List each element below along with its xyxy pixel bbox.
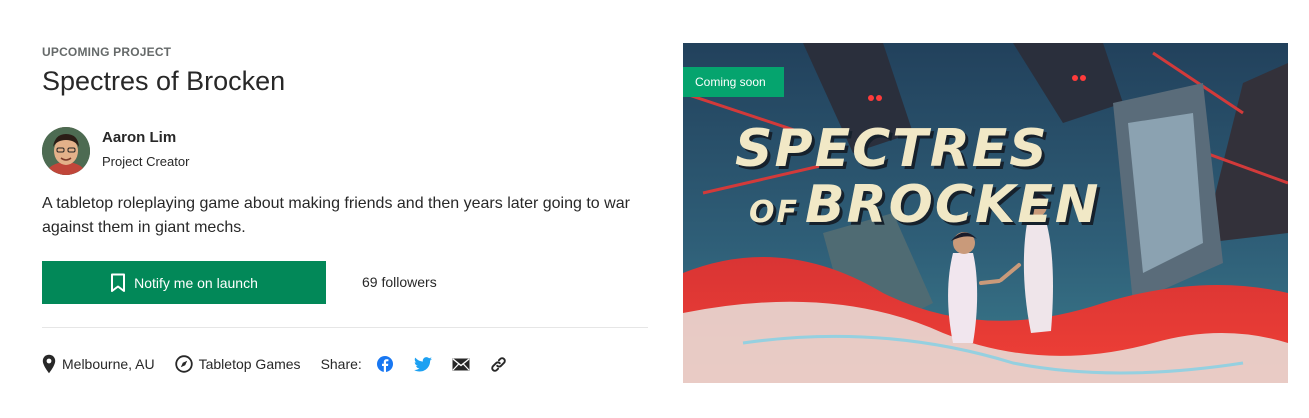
hero-title-line-2: OF BROCKEN bbox=[749, 179, 1100, 231]
email-icon[interactable] bbox=[450, 353, 472, 375]
project-hero-image[interactable]: Coming soon SPECTRES OF BROCKEN bbox=[683, 43, 1288, 383]
category-link[interactable]: Tabletop Games bbox=[174, 355, 301, 373]
avatar-portrait-icon bbox=[42, 127, 90, 175]
coming-soon-badge: Coming soon bbox=[683, 67, 784, 97]
link-icon[interactable] bbox=[488, 353, 510, 375]
category-label: Tabletop Games bbox=[198, 356, 301, 372]
notify-me-button[interactable]: Notify me on launch bbox=[42, 261, 326, 304]
project-title: Spectres of Brocken bbox=[42, 66, 286, 96]
divider bbox=[42, 327, 648, 328]
project-blurb: A tabletop roleplaying game about making… bbox=[42, 195, 630, 236]
location-pin-icon bbox=[42, 354, 56, 374]
share-label: Share: bbox=[320, 356, 362, 372]
twitter-icon[interactable] bbox=[412, 353, 434, 375]
hero-logo-text: SPECTRES OF BROCKEN bbox=[735, 123, 1100, 231]
follower-count: 69 followers bbox=[362, 274, 437, 290]
notify-button-label: Notify me on launch bbox=[134, 274, 258, 291]
creator-role: Project Creator bbox=[102, 154, 190, 169]
location-label: Melbourne, AU bbox=[62, 356, 155, 372]
location-link[interactable]: Melbourne, AU bbox=[42, 354, 155, 374]
facebook-icon[interactable] bbox=[374, 353, 396, 375]
compass-icon bbox=[174, 355, 193, 373]
hero-title-word: BROCKEN bbox=[805, 175, 1101, 235]
project-meta: Melbourne, AU Tabletop Games Share: bbox=[42, 352, 526, 376]
hero-title-of: OF bbox=[749, 195, 799, 230]
creator-avatar[interactable] bbox=[42, 127, 90, 175]
hero-title-line-1: SPECTRES bbox=[735, 119, 1049, 179]
project-status-label: UPCOMING PROJECT bbox=[42, 45, 172, 59]
creator-name[interactable]: Aaron Lim bbox=[102, 129, 176, 146]
bookmark-icon bbox=[111, 273, 126, 292]
